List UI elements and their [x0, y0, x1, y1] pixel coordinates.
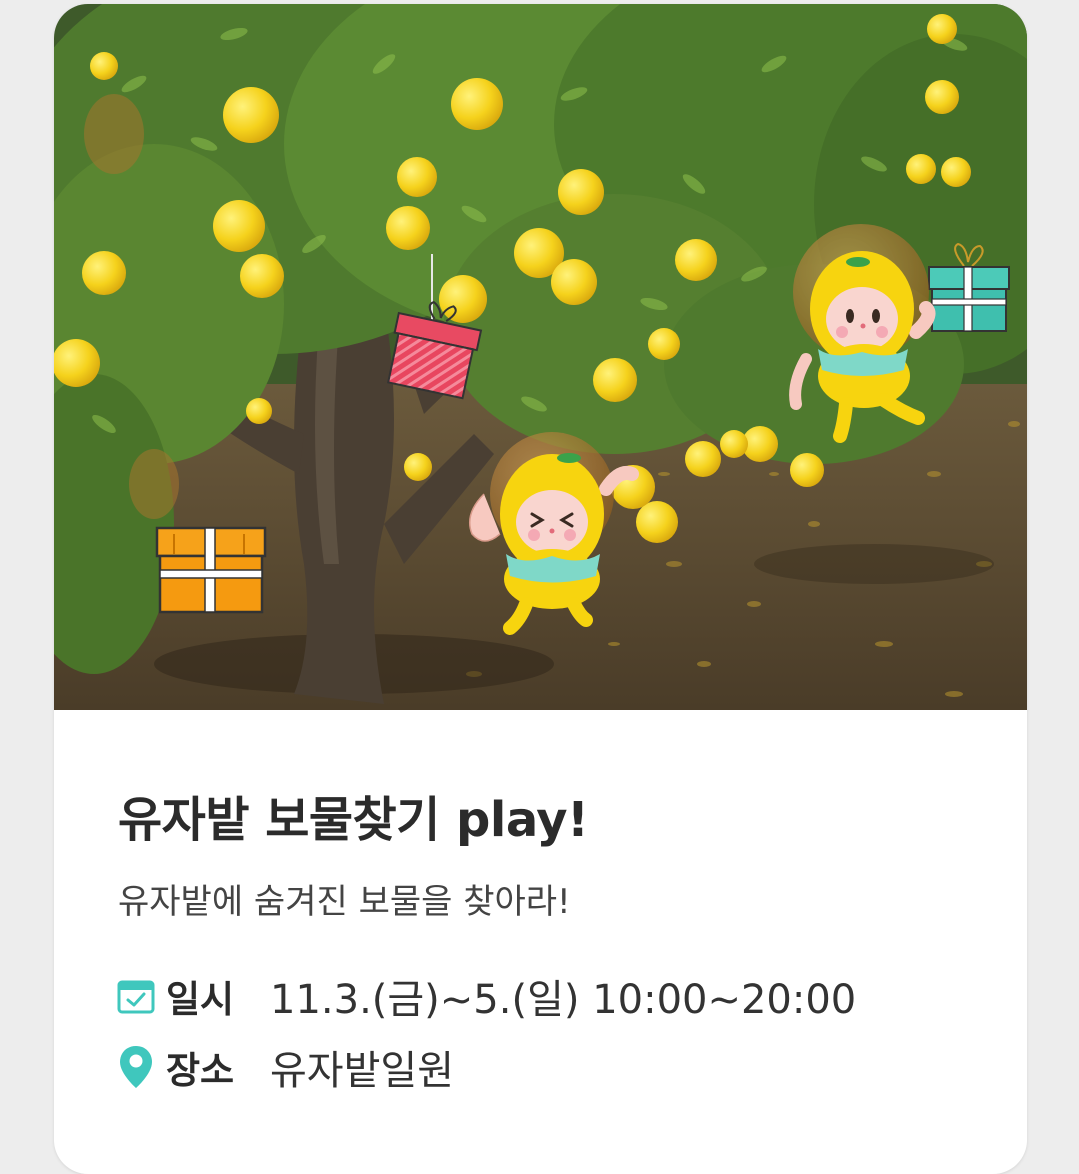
- event-card[interactable]: 유자밭 보물찾기 play! 유자밭에 숨겨진 보물을 찾아라! 일시 11.3…: [54, 4, 1027, 1174]
- event-title: 유자밭 보물찾기 play!: [118, 792, 589, 848]
- event-banner-image: [54, 4, 1027, 710]
- event-date-row: 일시 11.3.(금)~5.(일) 10:00~20:00: [116, 970, 857, 1023]
- map-pin-icon: [116, 1045, 156, 1089]
- place-label: 장소: [166, 1049, 235, 1092]
- event-subtitle: 유자밭에 숨겨진 보물을 찾아라!: [118, 882, 571, 922]
- place-value: 유자밭일원: [270, 1048, 454, 1094]
- calendar-check-icon: [116, 974, 156, 1018]
- date-label: 일시: [166, 978, 235, 1021]
- date-value: 11.3.(금)~5.(일) 10:00~20:00: [270, 977, 857, 1023]
- event-place-row: 장소 유자밭일원: [116, 1041, 454, 1094]
